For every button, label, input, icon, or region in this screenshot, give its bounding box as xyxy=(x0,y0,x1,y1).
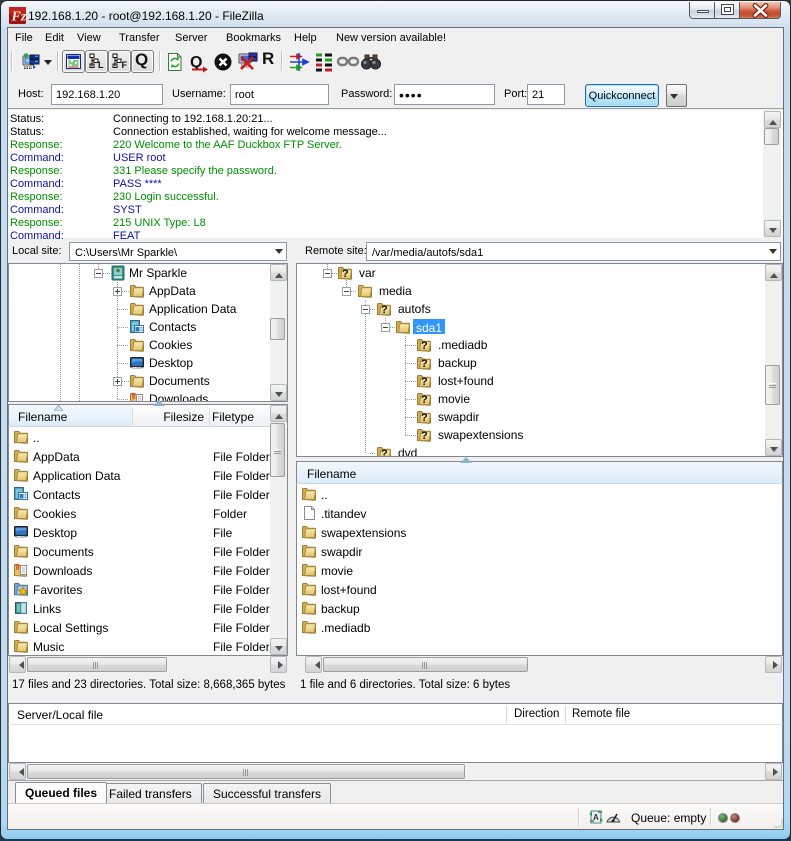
svg-text:L: L xyxy=(98,60,104,70)
svg-text:Q: Q xyxy=(190,54,202,71)
svg-text:F: F xyxy=(122,60,128,70)
